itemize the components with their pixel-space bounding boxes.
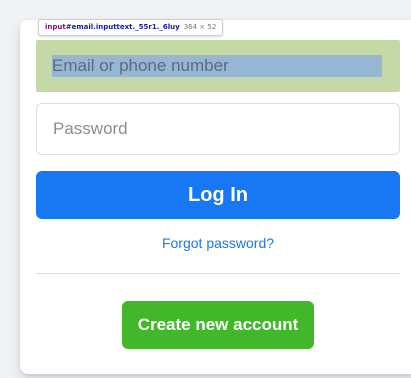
divider <box>36 273 400 274</box>
password-field[interactable] <box>36 103 400 155</box>
login-button[interactable]: Log In <box>36 171 400 219</box>
devtools-inspect-tooltip: input#email.inputtext._55r1._6luy 364 × 5… <box>38 19 224 36</box>
tooltip-tag: input <box>45 23 66 31</box>
forgot-password-link[interactable]: Forgot password? <box>36 235 400 251</box>
create-account-button[interactable]: Create new account <box>122 301 314 349</box>
tooltip-size: 364 × 52 <box>183 23 217 31</box>
tooltip-selector: #email.inputtext._55r1._6luy <box>65 23 180 31</box>
email-field[interactable] <box>52 55 382 77</box>
